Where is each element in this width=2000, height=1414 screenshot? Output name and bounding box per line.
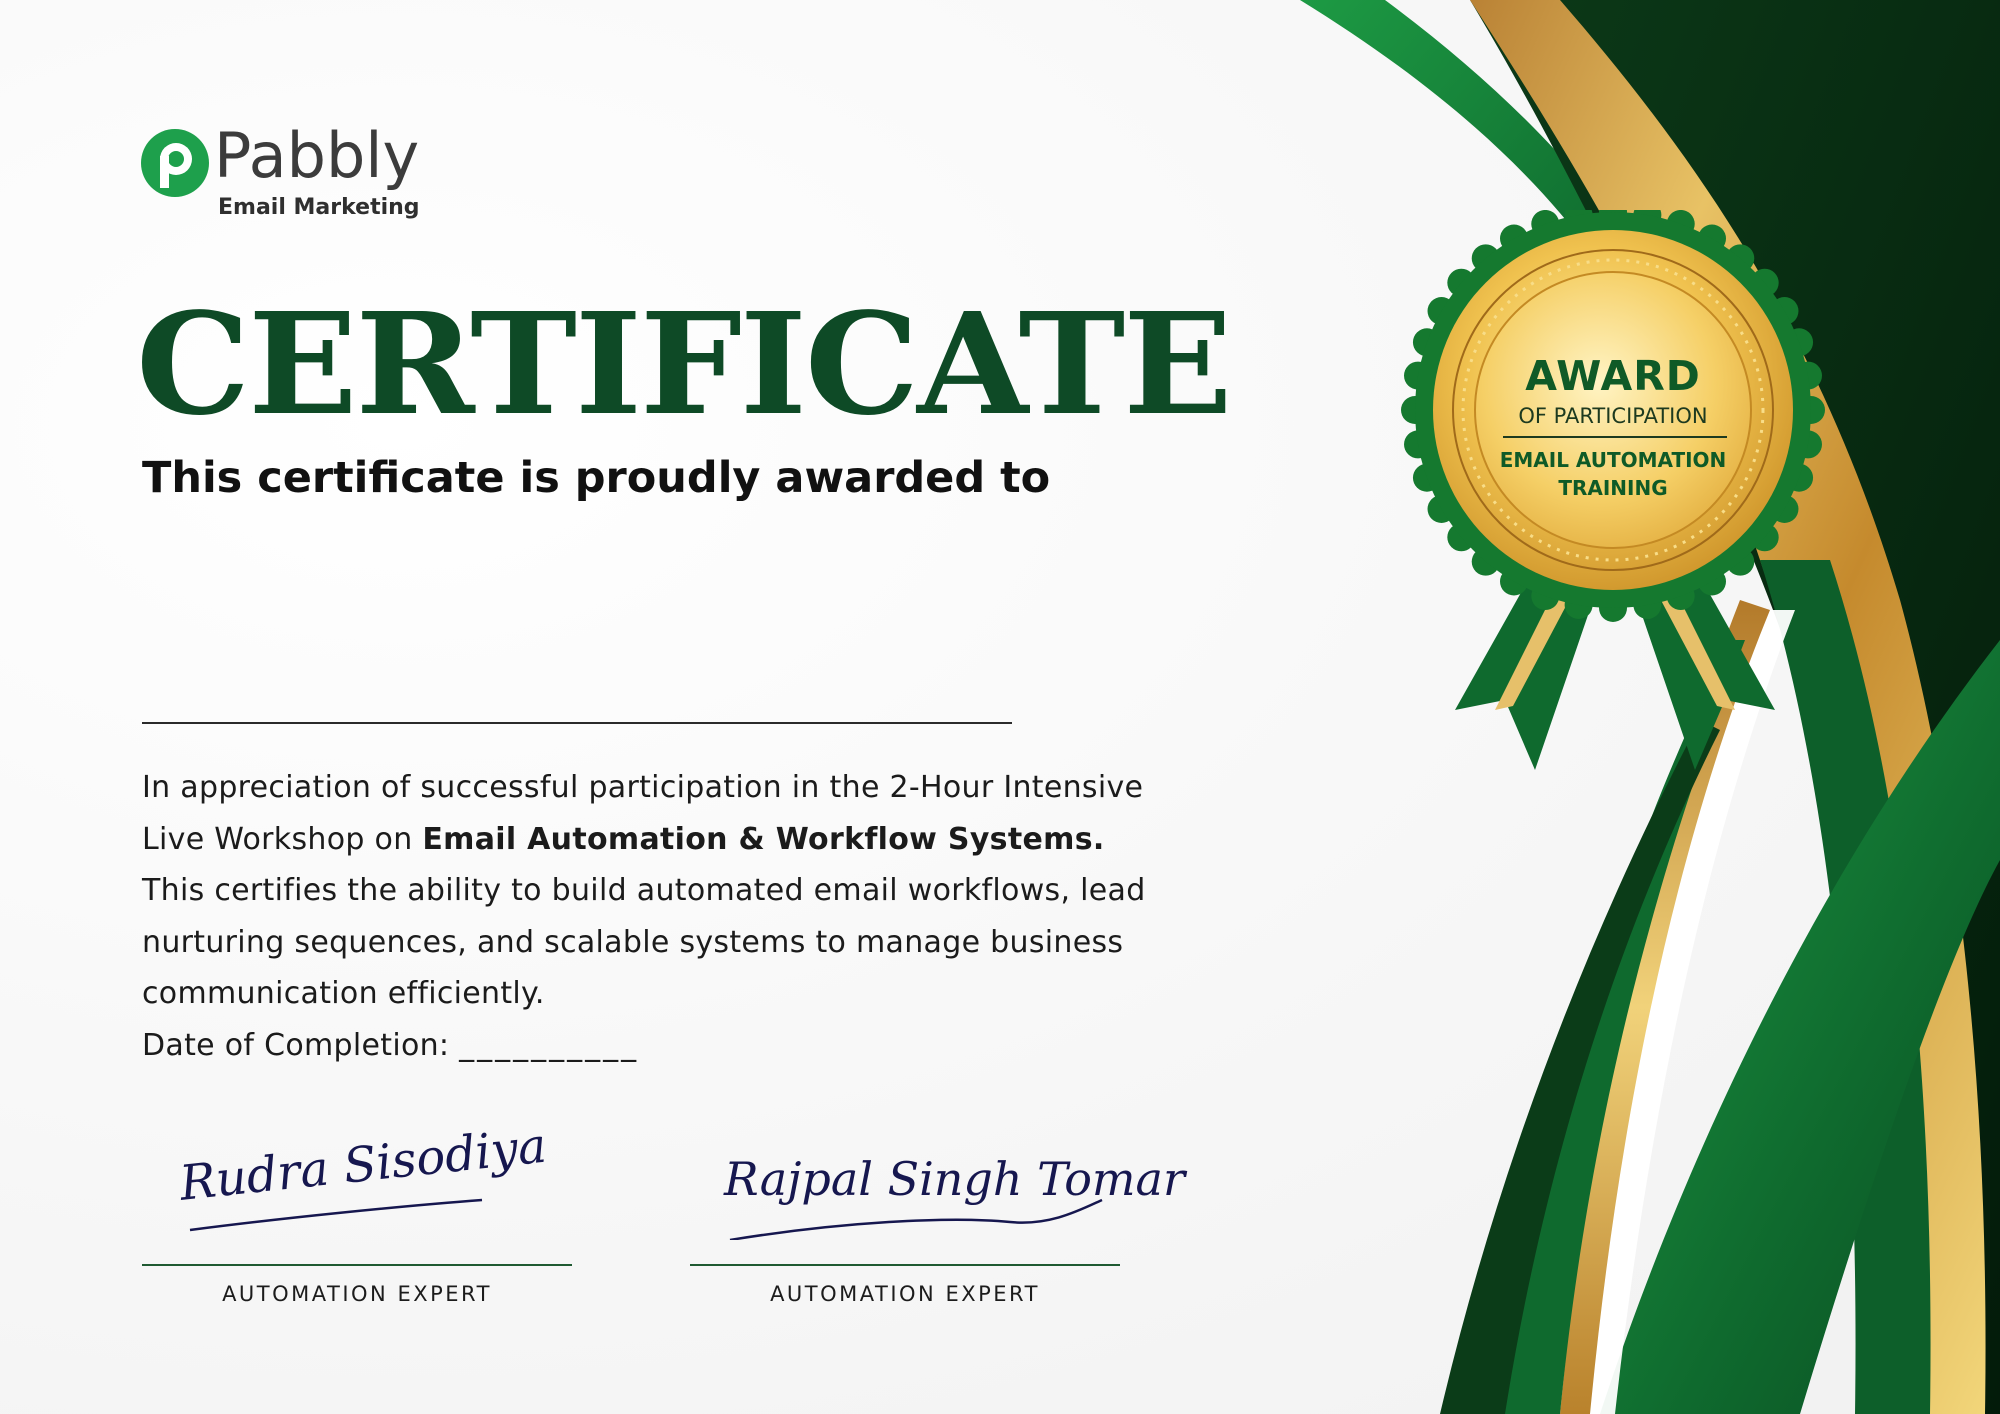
signature-line — [142, 1264, 572, 1266]
date-label: Date of Completion: — [142, 1027, 450, 1063]
signature-line — [690, 1264, 1120, 1266]
signature-role: AUTOMATION EXPERT — [770, 1282, 1040, 1306]
description-line: nurturing sequences, and scalable system… — [142, 924, 1124, 960]
seal-of-participation-text: OF PARTICIPATION — [1518, 404, 1708, 428]
description-line: Live Workshop on Email Automation & Work… — [142, 814, 1242, 866]
date-blank: __________ — [459, 1027, 640, 1063]
workshop-name: Email Automation & Workflow Systems. — [422, 821, 1105, 857]
seal-training-line-2: TRAINING — [1558, 476, 1668, 500]
description-text: Live Workshop on — [142, 821, 423, 857]
signature-block-1: Rudra Sisodiya AUTOMATION EXPERT — [142, 1118, 572, 1310]
logo-product-name: Email Marketing — [218, 195, 420, 220]
signature-block-2: Rajpal Singh Tomar AUTOMATION EXPERT — [690, 1130, 1185, 1310]
certificate-description: In appreciation of successful participat… — [142, 762, 1242, 1071]
award-seal: AWARD OF PARTICIPATION EMAIL AUTOMATION … — [1395, 210, 1835, 780]
pabbly-logo: Pabbly Email Marketing — [140, 125, 440, 235]
pabbly-p-icon — [141, 129, 209, 197]
logo-wordmark: Pabbly — [214, 119, 420, 192]
signature-rajpal-singh-tomar: Rajpal Singh Tomar — [724, 1152, 1185, 1206]
certificate-page: Pabbly Email Marketing CERTIFICATE This … — [0, 0, 2000, 1414]
seal-divider — [1503, 436, 1727, 438]
date-of-completion: Date of Completion: __________ — [142, 1020, 1242, 1072]
description-line: In appreciation of successful participat… — [142, 770, 1144, 805]
seal-award-text: AWARD — [1525, 352, 1701, 400]
awarded-to-text: This certificate is proudly awarded to — [142, 453, 1051, 503]
description-line: communication efficiently. — [142, 976, 545, 1011]
seal-training-line-1: EMAIL AUTOMATION — [1499, 448, 1727, 472]
description-line: This certifies the ability to build auto… — [142, 873, 1146, 908]
signature-role: AUTOMATION EXPERT — [222, 1282, 492, 1306]
certificate-title: CERTIFICATE — [136, 283, 1233, 447]
recipient-name-line — [142, 722, 1012, 724]
